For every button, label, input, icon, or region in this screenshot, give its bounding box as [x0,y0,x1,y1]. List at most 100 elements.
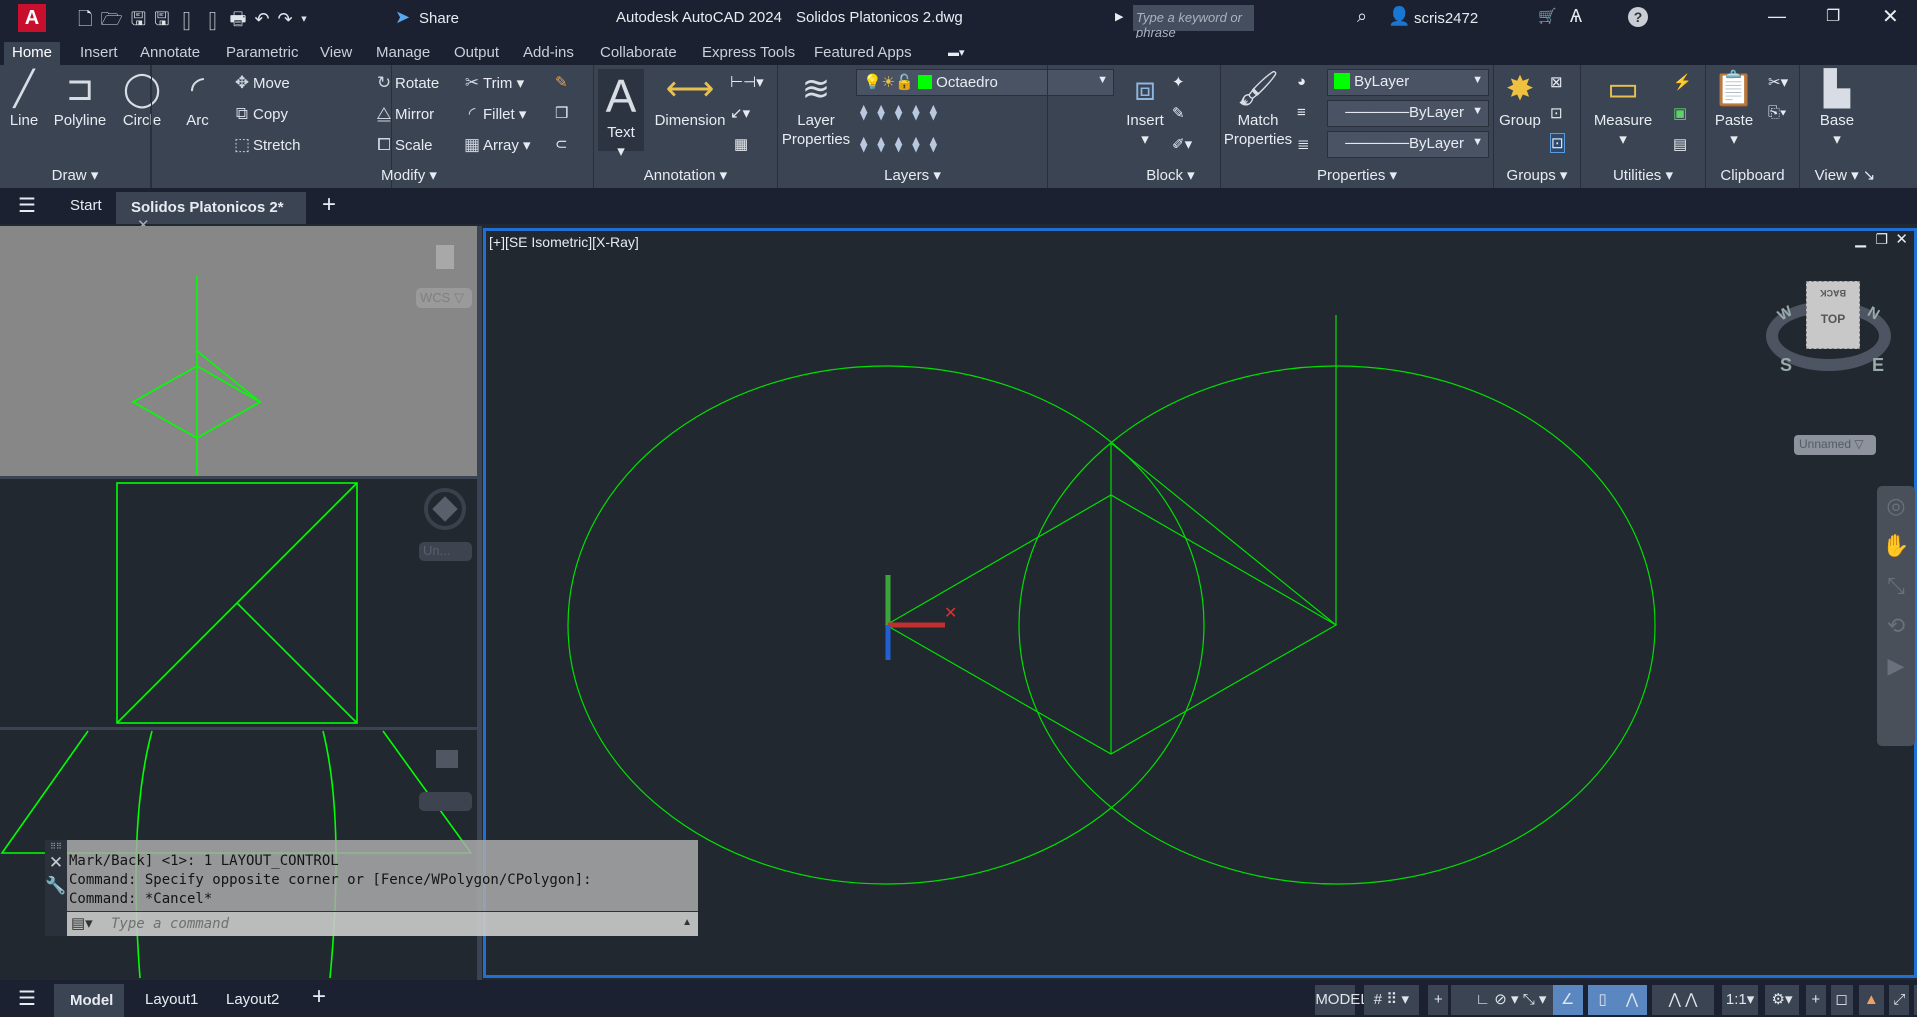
bottom-named-view-dropdown[interactable] [419,792,472,811]
stretch-button[interactable]: ⬚ Stretch [231,135,301,155]
array-button[interactable]: ▦ Array ▾ [461,135,531,155]
linetype-dropdown[interactable]: ──────ByLayer ▼ [1327,131,1489,158]
mid-named-view-dropdown[interactable]: Un... [419,542,472,561]
tab-output[interactable]: Output [446,42,507,65]
draw-panel-label[interactable]: Draw ▾ [0,166,150,184]
share-button[interactable]: Share [419,10,459,27]
tab-insert[interactable]: Insert [72,42,126,65]
color-dropdown[interactable]: ByLayer ▼ [1327,69,1489,96]
offset-icon[interactable]: ⊂ [555,135,568,153]
quick-select-icon[interactable]: ⚡ [1673,73,1692,91]
view-panel-label[interactable]: View ▾ ↘ [1800,166,1890,184]
menu-icon[interactable]: ☰ [18,193,36,218]
selection-cycling-button[interactable]: ▯ [1587,985,1618,1015]
search-box[interactable]: Type a keyword or phrase [1133,5,1254,40]
calculator-icon[interactable]: ▤ [1673,135,1687,153]
tab-home[interactable]: Home [4,42,61,65]
edit-block-icon[interactable]: ✎ [1172,104,1185,122]
erase-icon[interactable]: ✎ [555,73,568,91]
search-expand-icon[interactable]: ▶ [1115,10,1123,23]
group-button[interactable]: ✸ Group [1494,67,1546,130]
grid-button[interactable]: # ⠿ ▾ [1363,985,1419,1015]
snap-button[interactable]: + [1428,985,1449,1015]
named-view-dropdown[interactable]: Unnamed ▽ [1794,435,1876,455]
line-button[interactable]: ╱ Line [4,67,44,130]
close-button[interactable]: ✕ [1882,4,1899,29]
layer-dropdown[interactable]: 💡☀🔓 Octaedro ▼ [856,69,1114,96]
tab-view[interactable]: View [312,42,360,65]
group-selection-icon[interactable]: ⊡ [1550,133,1565,153]
copy-button[interactable]: ⧉ Copy [231,104,288,124]
tab-layout1[interactable]: Layout1 [145,991,198,1008]
text-button[interactable]: A Text ▾ [598,69,644,160]
autodesk-icon[interactable]: Ѧ [1570,6,1582,27]
annotation-scale-dropdown[interactable]: 1:1▾ [1722,985,1759,1015]
tab-express-tools[interactable]: Express Tools [694,42,803,65]
viewport-close[interactable]: ✕ [1895,230,1908,248]
dimension-button[interactable]: ⟷ Dimension [650,67,730,130]
main-viewport[interactable]: [+][SE Isometric][X-Ray] ▁ ❐ ✕ BACK TOP … [483,228,1917,978]
quick-access-toolbar[interactable]: 🗋🗁🖫🖫▯▯🖶↶↷▾ [78,7,315,37]
layer-properties-button[interactable]: ≋ Layer Properties [778,67,854,149]
measure-button[interactable]: ▭ Measure ▾ [1583,67,1663,149]
new-layout-button[interactable]: + [312,983,326,1011]
block-attribute-icon[interactable]: ✐▾ [1172,135,1192,153]
viewport-controls-label[interactable]: [+][SE Isometric][X-Ray] [489,234,639,250]
viewport-restore[interactable]: ❐ [1875,231,1888,248]
units-icon[interactable]: ◻ [1830,985,1853,1015]
modify-panel-label[interactable]: Modify ▾ [225,166,593,184]
annotation-visibility-button[interactable]: ⋀ [1617,985,1648,1015]
tab-manage[interactable]: Manage [368,42,438,65]
annotation-monitor-icon[interactable]: + [1805,985,1826,1015]
annotation-autoscale-buttons[interactable]: ⋀ ⋀ [1652,985,1715,1015]
tab-start[interactable]: Start [70,197,102,214]
tab-active-drawing[interactable]: Solidos Platonicos 2* ✕ [116,192,306,234]
rotate-button[interactable]: ↻ Rotate [373,73,439,93]
help-icon[interactable]: ? [1628,7,1648,27]
cut-icon[interactable]: ✂▾ [1768,73,1788,91]
move-button[interactable]: ✥ Move [231,73,290,93]
copy-clip-icon[interactable]: ⎘▾ [1768,104,1786,121]
scale-button[interactable]: ⧠ Scale [373,135,432,155]
create-block-icon[interactable]: ✦ [1172,73,1185,91]
ribbon-minimize-icon[interactable]: ▬▾ [948,46,965,59]
properties-panel-label[interactable]: Properties ▾ [1221,166,1493,184]
leader-icon[interactable]: ↙▾ [730,104,750,122]
fullscreen-icon[interactable]: ⤢ [1889,985,1910,1015]
new-tab-button[interactable]: + [322,191,336,219]
insert-button[interactable]: ⧈ Insert ▾ [1120,67,1170,149]
lineweight-dropdown[interactable]: ──────ByLayer ▼ [1327,100,1489,127]
minimize-button[interactable]: — [1768,6,1786,27]
tab-parametric[interactable]: Parametric [218,42,307,65]
paste-button[interactable]: 📋 Paste ▾ [1706,67,1762,149]
table-icon[interactable]: ▦ [734,135,748,153]
bottom-viewcube-icon[interactable] [436,750,458,768]
viewcube[interactable]: BACK TOP W N S E [1766,281,1891,391]
explode-icon[interactable]: ❒ [555,104,568,122]
mini-viewcube-icon[interactable] [436,245,454,269]
command-input[interactable]: ▤▾ Type a command ▲ [67,911,698,936]
tab-layout2[interactable]: Layout2 [226,991,279,1008]
navigation-bar[interactable]: ◎ ✋ ⤡ ⟲ ▶ [1877,486,1915,746]
circle-button[interactable]: ◯ Circle [112,67,172,130]
trim-button[interactable]: ✂ Trim ▾ [461,73,524,93]
search-icon[interactable]: ⌕ [1357,6,1367,27]
restore-button[interactable]: ❐ [1826,6,1840,26]
ucs-dropdown[interactable]: WCS ▽ [416,288,472,308]
command-history-toggle-icon[interactable]: ▲ [682,917,692,928]
groups-panel-label[interactable]: Groups ▾ [1494,166,1580,184]
layers-panel-label[interactable]: Layers ▾ [778,166,1047,184]
app-logo[interactable]: A [18,4,46,32]
base-button[interactable]: ▙ Base ▾ [1810,67,1864,149]
annotation-panel-label[interactable]: Annotation ▾ [594,166,777,184]
layout-menu-icon[interactable]: ☰ [18,986,36,1011]
tab-add-ins[interactable]: Add-ins [515,42,582,65]
tab-collaborate[interactable]: Collaborate [592,42,685,65]
user-name[interactable]: scris2472 [1414,10,1478,27]
workspace-gear-icon[interactable]: ⚙▾ [1765,985,1800,1015]
block-panel-label[interactable]: Block ▾ [1120,166,1221,184]
customize-wrench-icon[interactable]: 🔧 [45,876,67,896]
ungroup-icon[interactable]: ⊠ [1550,73,1563,91]
viewport-minimize[interactable]: ▁ [1855,231,1866,248]
polyline-button[interactable]: ⊐ Polyline [50,67,110,130]
